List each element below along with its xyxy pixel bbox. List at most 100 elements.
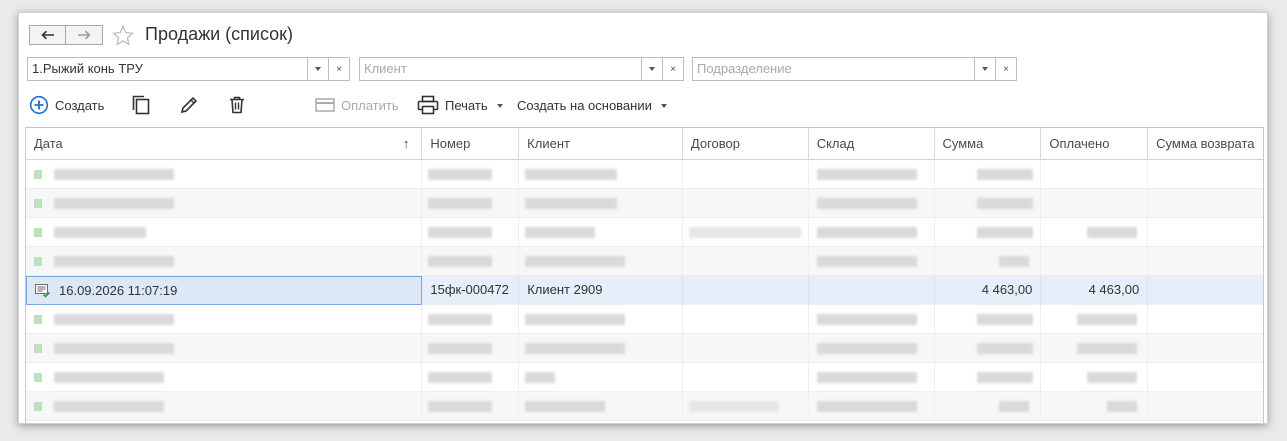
redacted-text	[54, 372, 164, 383]
redacted-text	[428, 169, 493, 180]
redacted-text	[525, 314, 626, 325]
division-field[interactable]: Подразделение	[692, 57, 975, 81]
column-header-number[interactable]: Номер	[422, 128, 520, 160]
redacted-text	[688, 401, 779, 412]
cell-warehouse[interactable]	[809, 276, 935, 305]
pay-button[interactable]: Оплатить	[315, 93, 399, 117]
chevron-down-icon	[315, 67, 321, 71]
redacted-text	[428, 343, 493, 354]
redacted-text	[428, 256, 493, 267]
forward-button[interactable]	[66, 25, 103, 45]
table-row-selected[interactable]: 16.09.2026 11:07:19 15фк-000472 Клиент 2…	[26, 276, 1263, 305]
redacted-text	[976, 343, 1033, 354]
column-header-date[interactable]: Дата ↑	[26, 128, 423, 160]
redacted-text	[525, 198, 618, 209]
division-clear-button[interactable]: ×	[996, 57, 1017, 81]
redacted-text	[1087, 227, 1138, 238]
redacted-text	[976, 198, 1033, 209]
client-dropdown-button[interactable]	[642, 57, 663, 81]
redacted-text	[816, 343, 917, 354]
division-dropdown-button[interactable]	[975, 57, 996, 81]
redacted-text	[816, 401, 917, 412]
redacted-text	[816, 227, 917, 238]
column-header-sum[interactable]: Сумма	[935, 128, 1042, 160]
table-row[interactable]	[26, 247, 1263, 276]
page-title: Продажи (список)	[145, 24, 294, 44]
redacted-text	[998, 401, 1029, 412]
create-button[interactable]: Создать	[29, 93, 104, 117]
redacted-text	[54, 314, 174, 325]
table-row[interactable]	[26, 334, 1263, 363]
create-based-on-label: Создать на основании	[517, 97, 652, 113]
redacted-text	[1107, 401, 1138, 412]
column-header-contract[interactable]: Договор	[683, 128, 809, 160]
cell-contract[interactable]	[683, 276, 809, 305]
redacted-text	[998, 256, 1029, 267]
pay-button-label: Оплатить	[341, 97, 399, 113]
arrow-left-icon	[40, 30, 54, 40]
cell-return-sum[interactable]	[1148, 276, 1263, 305]
cell-client[interactable]: Клиент 2909	[519, 276, 683, 305]
redacted-text	[54, 169, 174, 180]
status-icon	[34, 315, 42, 324]
delete-button[interactable]	[227, 93, 247, 117]
column-header-client[interactable]: Клиент	[519, 128, 683, 160]
status-icon	[34, 199, 42, 208]
redacted-text	[54, 401, 164, 412]
favorite-star-icon[interactable]	[111, 24, 135, 48]
division-filter: Подразделение ×	[692, 57, 1017, 81]
copy-icon	[132, 95, 150, 115]
pencil-icon	[180, 96, 198, 114]
back-button[interactable]	[29, 25, 66, 45]
command-bar: Создать Оплатить Печать Создать на основ…	[19, 93, 1267, 117]
organization-clear-button[interactable]: ×	[329, 57, 350, 81]
organization-field[interactable]: 1.Рыжий конь ТРУ	[27, 57, 308, 81]
sort-ascending-icon: ↑	[402, 136, 410, 151]
redacted-text	[976, 372, 1033, 383]
table-row[interactable]	[26, 305, 1263, 334]
redacted-text	[1077, 343, 1138, 354]
cell-sum[interactable]: 4 463,00	[935, 276, 1042, 305]
status-icon	[34, 228, 42, 237]
sales-table: Дата ↑ Номер Клиент Договор Склад Сумма …	[25, 127, 1264, 423]
copy-button[interactable]	[131, 93, 151, 117]
client-field[interactable]: Клиент	[359, 57, 642, 81]
redacted-text	[428, 401, 493, 412]
print-button[interactable]: Печать	[417, 93, 503, 117]
printer-icon	[417, 95, 439, 115]
column-header-return-sum[interactable]: Сумма возврата	[1148, 128, 1263, 160]
redacted-text	[688, 227, 801, 238]
redacted-text	[1077, 314, 1138, 325]
status-icon	[34, 257, 42, 266]
create-button-label: Создать	[55, 97, 105, 113]
edit-button[interactable]	[179, 93, 199, 117]
table-row[interactable]	[26, 160, 1263, 189]
table-row[interactable]	[26, 218, 1263, 247]
table-row[interactable]	[26, 392, 1263, 421]
redacted-text	[54, 227, 146, 238]
redacted-text	[525, 401, 606, 412]
column-header-warehouse[interactable]: Склад	[809, 128, 935, 160]
table-row[interactable]	[26, 189, 1263, 218]
column-header-paid[interactable]: Оплачено	[1041, 128, 1149, 160]
redacted-text	[428, 227, 493, 238]
create-based-on-button[interactable]: Создать на основании	[517, 93, 667, 117]
redacted-text	[428, 314, 493, 325]
organization-dropdown-button[interactable]	[308, 57, 329, 81]
chevron-down-icon	[496, 104, 503, 108]
cell-number[interactable]: 15фк-000472	[422, 276, 520, 305]
client-clear-button[interactable]: ×	[663, 57, 684, 81]
posted-document-icon	[35, 284, 51, 298]
table-row[interactable]	[26, 363, 1263, 392]
status-icon	[34, 402, 42, 411]
trash-icon	[230, 96, 244, 114]
arrow-right-icon	[78, 30, 91, 40]
organization-filter: 1.Рыжий конь ТРУ ×	[27, 57, 350, 81]
redacted-text	[816, 372, 917, 383]
cell-date[interactable]: 16.09.2026 11:07:19	[26, 276, 423, 305]
redacted-text	[1087, 372, 1138, 383]
cell-paid[interactable]: 4 463,00	[1041, 276, 1149, 305]
redacted-text	[54, 256, 174, 267]
client-filter: Клиент ×	[359, 57, 684, 81]
redacted-text	[816, 198, 917, 209]
